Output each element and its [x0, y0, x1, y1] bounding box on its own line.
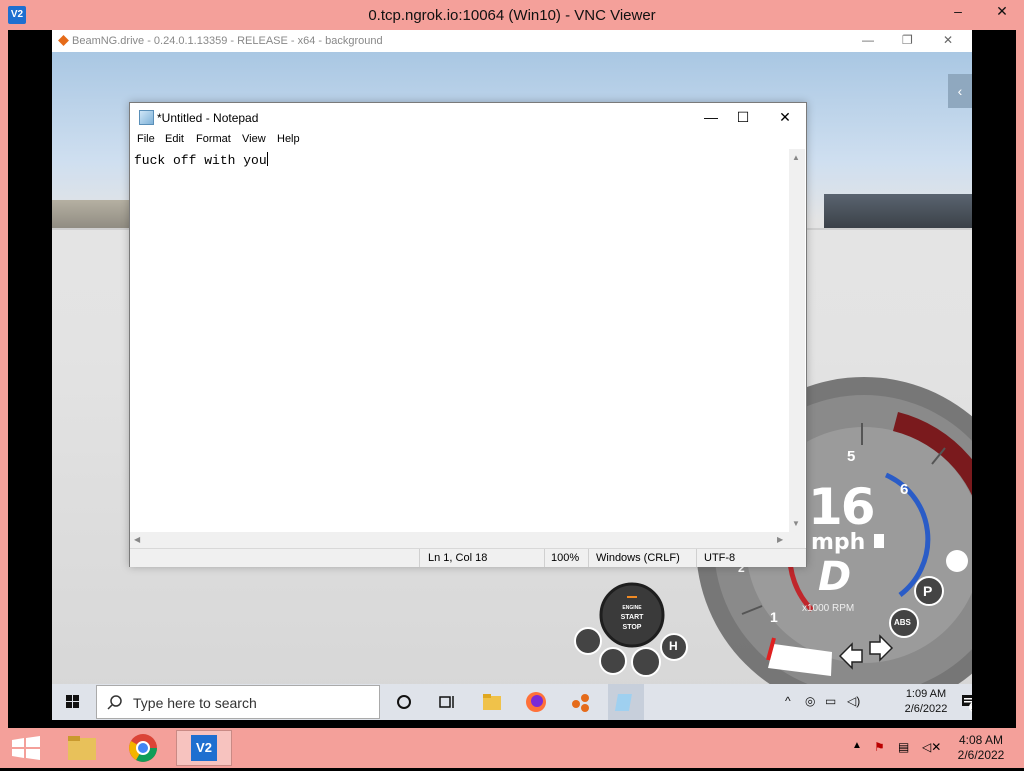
- host-vnc-viewer-icon[interactable]: V2: [176, 730, 232, 766]
- scroll-right-icon[interactable]: ▶: [777, 535, 783, 544]
- text-caret: [266, 152, 268, 166]
- host-date: 2/6/2022: [957, 748, 1005, 762]
- notepad-maximize-button[interactable]: ☐: [728, 107, 758, 127]
- start-button[interactable]: [52, 684, 94, 720]
- search-input[interactable]: [131, 694, 375, 712]
- beamng-window-title: BeamNG.drive - 0.24.0.1.13359 - RELEASE …: [72, 35, 383, 47]
- notepad-window[interactable]: *Untitled - Notepad — ☐ ✕ File Edit Form…: [129, 102, 807, 567]
- host-taskbar: V2 ▲ ⚑ ▤ ◁✕ 4:08 AM 2/6/2022: [0, 728, 1024, 768]
- letterbox-left: [8, 30, 52, 728]
- scrollbar-corner: [789, 532, 805, 548]
- remote-desktop[interactable]: BeamNG.drive - 0.24.0.1.13359 - RELEASE …: [52, 30, 972, 720]
- host-chevron-up-icon[interactable]: ▲: [852, 740, 862, 751]
- taskbar-date: 2/6/2022: [904, 703, 948, 715]
- host-windows-logo-icon: [12, 736, 40, 760]
- host-volume-muted-icon[interactable]: ◁✕: [922, 740, 941, 754]
- task-view-cortana-icon[interactable]: [390, 688, 418, 716]
- menu-format[interactable]: Format: [196, 133, 231, 145]
- vnc-frame-left: [0, 30, 8, 728]
- volume-icon[interactable]: ◁): [847, 694, 860, 708]
- beamng-restore-icon[interactable]: ❐: [902, 33, 913, 47]
- scroll-left-icon[interactable]: ◀: [134, 535, 140, 544]
- taskbar-time: 1:09 AM: [905, 688, 947, 700]
- chevron-up-icon[interactable]: ^: [785, 694, 791, 708]
- vnc-minimize-button[interactable]: –: [938, 0, 978, 22]
- vnc-frame-right: [1016, 30, 1024, 728]
- taskbar-search-box[interactable]: [96, 685, 380, 719]
- vnc-logo: V2: [191, 735, 217, 761]
- scene-building-right: [824, 194, 972, 228]
- menu-edit[interactable]: Edit: [165, 133, 184, 145]
- beamng-minimize-icon[interactable]: —: [862, 33, 874, 47]
- file-explorer-icon[interactable]: [478, 688, 506, 716]
- status-encoding: UTF-8: [704, 552, 736, 564]
- vertical-scrollbar[interactable]: ▲ ▼: [789, 149, 805, 532]
- host-flag-icon[interactable]: ⚑: [874, 740, 885, 754]
- menu-help[interactable]: Help: [277, 133, 300, 145]
- taskbar-clock[interactable]: 1:09 AM 2/6/2022: [898, 687, 954, 717]
- notepad-text-area[interactable]: fuck off with you: [130, 149, 789, 532]
- scroll-down-icon[interactable]: ▼: [792, 519, 800, 528]
- scroll-up-icon[interactable]: ▲: [792, 153, 800, 162]
- host-file-explorer-icon[interactable]: [56, 730, 110, 766]
- notepad-minimize-button[interactable]: —: [696, 107, 726, 127]
- network-icon[interactable]: ▭: [825, 694, 836, 708]
- host-chrome-icon[interactable]: [116, 730, 170, 766]
- notepad-menubar: File Edit Format View Help: [130, 131, 806, 149]
- scene-wall-left: [52, 200, 132, 230]
- ui-collapse-tab[interactable]: ‹: [948, 74, 972, 108]
- task-view-icon[interactable]: [433, 688, 461, 716]
- host-start-button[interactable]: [0, 730, 54, 766]
- meet-now-icon[interactable]: ◎: [805, 694, 815, 708]
- notepad-content: fuck off with you: [134, 153, 267, 168]
- search-icon: [107, 695, 122, 710]
- status-cursor-position: Ln 1, Col 18: [428, 552, 488, 564]
- windows-logo-icon: [66, 695, 79, 708]
- remote-taskbar: ^ ◎ ▭ ◁) 1:09 AM 2/6/2022 15: [52, 684, 972, 720]
- notepad-close-button[interactable]: ✕: [770, 107, 800, 127]
- notepad-icon: [139, 110, 154, 125]
- horizontal-scrollbar[interactable]: ◀ ▶: [130, 532, 789, 548]
- status-line-endings: Windows (CRLF): [596, 552, 680, 564]
- vnc-window-title: 0.tcp.ngrok.io:10064 (Win10) - VNC Viewe…: [368, 7, 656, 24]
- host-time: 4:08 AM: [958, 733, 1004, 747]
- beamng-close-icon[interactable]: ✕: [943, 33, 953, 47]
- beamng-titlebar: BeamNG.drive - 0.24.0.1.13359 - RELEASE …: [52, 30, 972, 52]
- menu-view[interactable]: View: [242, 133, 266, 145]
- letterbox-right: [972, 30, 1016, 728]
- notification-count: 15: [969, 702, 972, 712]
- beamng-logo-icon: [58, 35, 69, 46]
- firefox-icon[interactable]: [522, 688, 550, 716]
- notepad-statusbar: Ln 1, Col 18 100% Windows (CRLF) UTF-8: [130, 548, 806, 567]
- host-network-icon[interactable]: ▤: [898, 740, 909, 754]
- notepad-title: *Untitled - Notepad: [157, 111, 259, 125]
- action-center-icon[interactable]: 15: [959, 692, 972, 712]
- notepad-titlebar[interactable]: *Untitled - Notepad — ☐ ✕: [130, 103, 806, 131]
- vnc-titlebar: V2 0.tcp.ngrok.io:10064 (Win10) - VNC Vi…: [0, 0, 1024, 30]
- vnc-close-button[interactable]: ✕: [982, 0, 1022, 22]
- status-zoom: 100%: [551, 552, 580, 564]
- menu-file[interactable]: File: [137, 133, 155, 145]
- beamng-taskbar-icon[interactable]: [566, 688, 594, 716]
- notepad-taskbar-icon[interactable]: [608, 684, 644, 720]
- host-clock[interactable]: 4:08 AM 2/6/2022: [948, 733, 1014, 763]
